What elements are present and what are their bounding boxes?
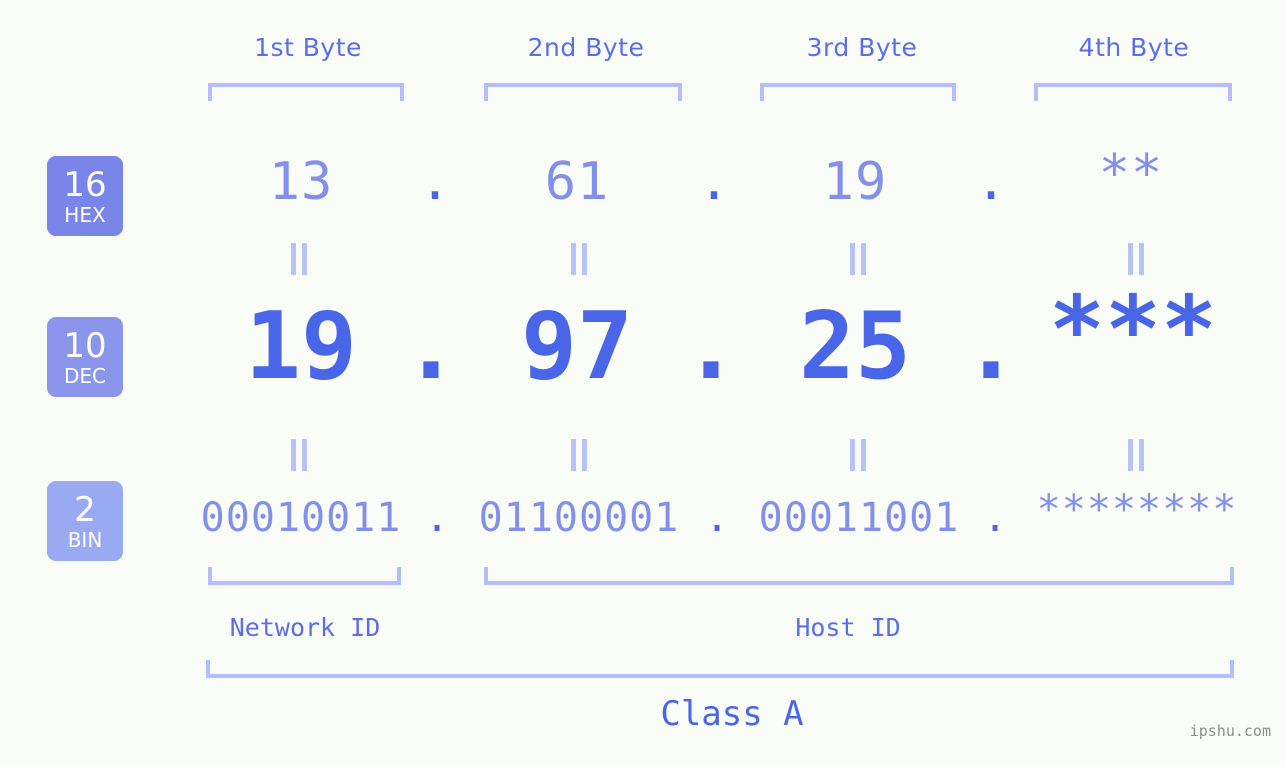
equals-mark-hex-dec-3	[847, 243, 869, 275]
class-bracket	[206, 660, 1234, 678]
base-badge-bin[interactable]: 2 BIN	[47, 481, 123, 561]
base-badge-dec[interactable]: 10 DEC	[47, 317, 123, 397]
host-id-bracket	[484, 567, 1234, 585]
byte-header-4: 4th Byte	[1078, 33, 1190, 62]
hex-byte-3: 19	[822, 152, 888, 212]
byte-bracket-4	[1034, 83, 1232, 101]
hex-byte-4: **	[1098, 144, 1164, 204]
dec-byte-2: 97	[521, 292, 633, 400]
byte-header-1: 1st Byte	[254, 33, 362, 62]
equals-mark-dec-bin-3	[847, 439, 869, 471]
base-badge-dec-number: 10	[63, 325, 107, 366]
equals-mark-dec-bin-2	[568, 439, 590, 471]
bin-byte-1: 00010011	[200, 495, 402, 541]
base-badge-hex-name: HEX	[64, 202, 106, 227]
hex-byte-2: 61	[544, 152, 610, 212]
base-badge-bin-name: BIN	[67, 527, 103, 552]
equals-mark-hex-dec-1	[288, 243, 310, 275]
dec-byte-3: 25	[799, 292, 911, 400]
bin-byte-2: 01100001	[478, 495, 680, 541]
byte-header-3: 3rd Byte	[806, 33, 918, 62]
dec-separator-2: .	[683, 292, 739, 400]
byte-bracket-3	[760, 83, 956, 101]
network-id-label: Network ID	[229, 613, 381, 642]
base-badge-hex-number: 16	[63, 164, 107, 205]
dec-byte-1: 19	[245, 292, 357, 400]
byte-bracket-2	[484, 83, 682, 101]
site-watermark: ipshu.com	[1189, 722, 1271, 740]
equals-mark-dec-bin-1	[288, 439, 310, 471]
network-id-bracket	[208, 567, 401, 585]
ip-address-breakdown-diagram: 1st Byte 2nd Byte 3rd Byte 4th Byte 16 H…	[0, 0, 1285, 767]
base-badge-hex[interactable]: 16 HEX	[47, 156, 123, 236]
base-badge-dec-name: DEC	[63, 363, 106, 388]
bin-byte-3: 00011001	[758, 495, 960, 541]
bin-byte-4: ********	[1036, 487, 1238, 533]
equals-mark-dec-bin-4	[1125, 439, 1147, 471]
equals-mark-hex-dec-2	[568, 243, 590, 275]
class-label: Class A	[660, 694, 804, 734]
host-id-label: Host ID	[795, 613, 901, 642]
byte-bracket-1	[208, 83, 404, 101]
byte-header-2: 2nd Byte	[527, 33, 645, 62]
base-badge-bin-number: 2	[74, 489, 96, 530]
hex-byte-1: 13	[268, 152, 334, 212]
dec-separator-1: .	[403, 292, 459, 400]
dec-byte-4: ***	[1049, 276, 1217, 384]
equals-mark-hex-dec-4	[1125, 243, 1147, 275]
